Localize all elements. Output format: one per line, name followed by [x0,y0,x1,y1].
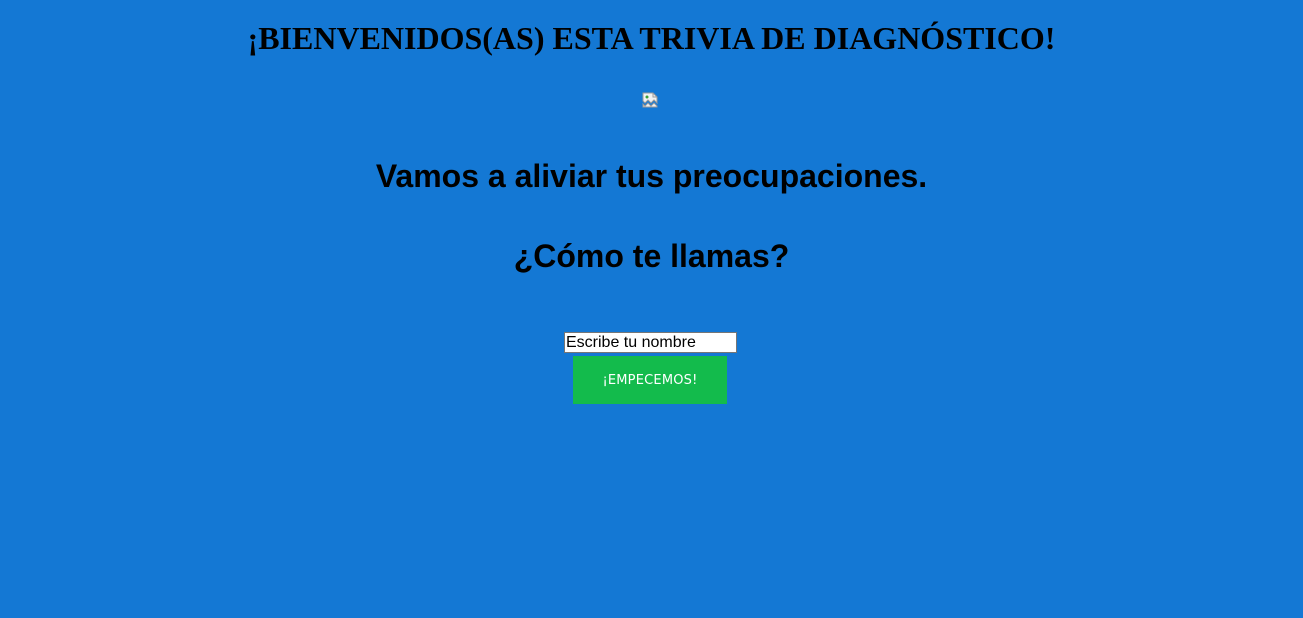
intro-message: Vamos a aliviar tus preocupaciones. [375,158,928,194]
start-button[interactable]: ¡EMPECEMOS! [573,356,727,404]
page-title: ¡BIENVENIDOS(AS) ESTA TRIVIA DE DIAGNÓST… [247,20,1056,56]
name-question: ¿Cómo te llamas? [513,238,790,274]
broken-image-icon [642,92,658,108]
name-input[interactable] [564,332,737,353]
